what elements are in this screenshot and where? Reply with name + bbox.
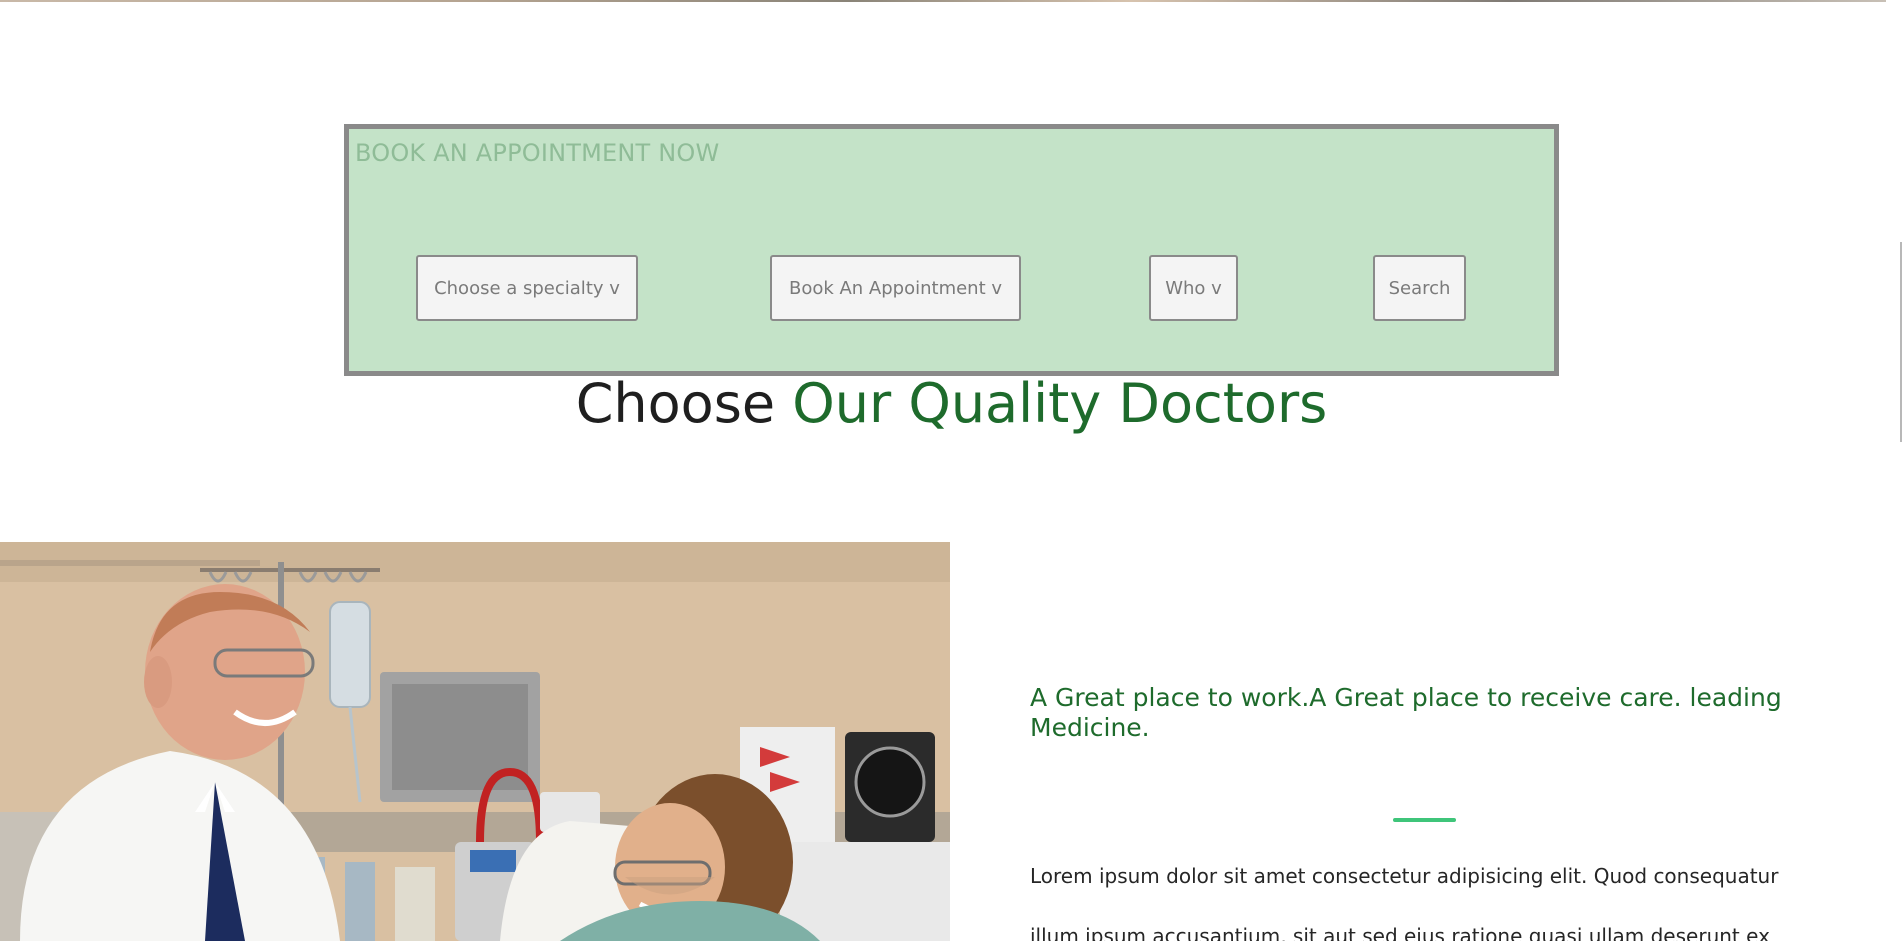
- section-heading: Choose Our Quality Doctors: [0, 372, 1903, 435]
- heading-plain: Choose: [575, 372, 793, 435]
- page: BOOK AN APPOINTMENT NOW Choose a special…: [0, 0, 1903, 941]
- specialty-dropdown[interactable]: Choose a specialty v: [416, 255, 638, 321]
- search-button[interactable]: Search: [1373, 255, 1466, 321]
- about-tagline: A Great place to work.A Great place to r…: [1030, 683, 1782, 742]
- hero-image-bottom-edge: [0, 0, 1886, 2]
- who-dropdown[interactable]: Who v: [1149, 255, 1238, 321]
- heading-accent: Our Quality Doctors: [792, 372, 1328, 435]
- scrollbar-thumb[interactable]: [1900, 242, 1902, 442]
- doctor-patient-photo: [0, 542, 950, 941]
- about-body-text: Lorem ipsum dolor sit amet consectetur a…: [1030, 864, 1779, 941]
- scrollbar-track[interactable]: [1886, 0, 1903, 941]
- appointment-dropdown[interactable]: Book An Appointment v: [770, 255, 1021, 321]
- booking-title: BOOK AN APPOINTMENT NOW: [355, 139, 720, 167]
- booking-panel: BOOK AN APPOINTMENT NOW Choose a special…: [344, 124, 1559, 376]
- tagline-divider: [1393, 818, 1456, 822]
